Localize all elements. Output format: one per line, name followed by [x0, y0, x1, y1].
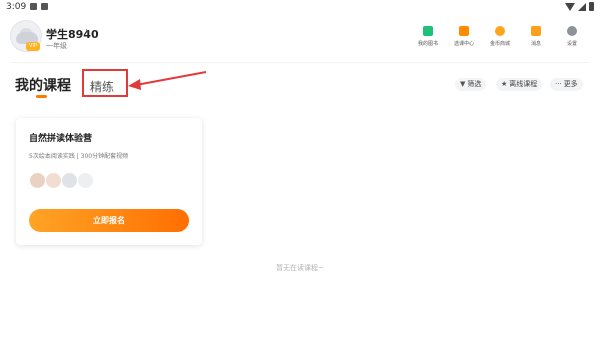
teacher-avatar	[29, 172, 46, 189]
teacher-avatar	[45, 172, 62, 189]
more-dots-icon: ···	[555, 80, 562, 88]
teacher-avatar	[77, 172, 94, 189]
teacher-avatar	[61, 172, 78, 189]
more-button[interactable]: ··· 更多	[550, 78, 583, 91]
filter-icon: ▼	[460, 80, 466, 88]
course-card[interactable]: 自然拼读体验营 5次绘本阅读实践 | 300分钟配套视频 立即报名	[16, 118, 202, 245]
enroll-button[interactable]: 立即报名	[29, 209, 189, 232]
star-icon: ★	[501, 80, 508, 88]
offline-courses-button[interactable]: ★ 离线课程	[496, 78, 543, 91]
course-description: 5次绘本阅读实践 | 300分钟配套视频	[29, 153, 129, 160]
filter-button[interactable]: ▼ 筛选	[455, 78, 487, 91]
course-title: 自然拼读体验营	[29, 134, 93, 144]
empty-state-message: 暂无在读课程~	[276, 264, 324, 272]
